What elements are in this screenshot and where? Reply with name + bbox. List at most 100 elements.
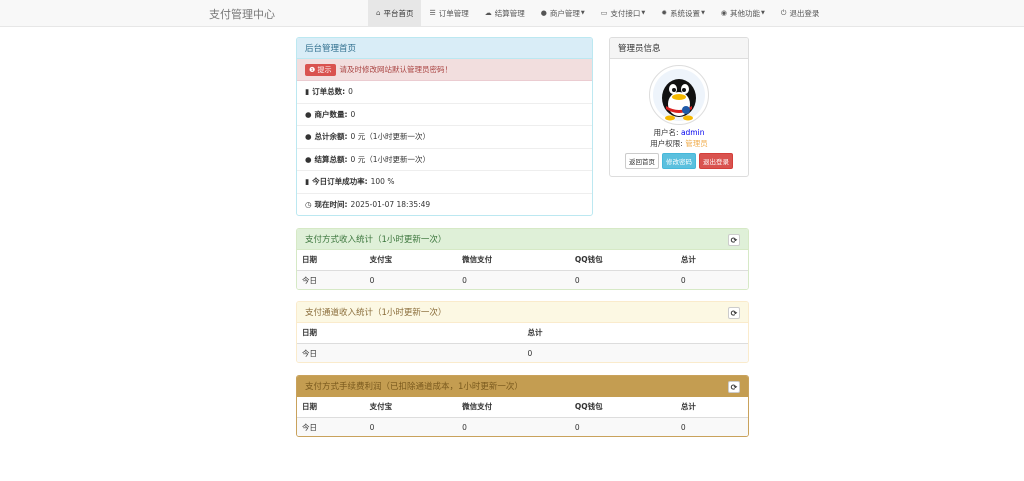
tint-icon: ●: [305, 109, 312, 119]
info-icon: ❶: [309, 65, 316, 74]
fee-stats-panel: 支付方式手续费利润（已扣除通道成本，1小时更新一次） ⟳ 日期 支付宝 微信支付…: [296, 375, 749, 437]
alert-text: 请及时修改网站默认管理员密码！: [339, 65, 453, 74]
list-item-order-count: ▮ 订单总数: 0: [297, 81, 592, 104]
tint-icon: ●: [305, 132, 312, 142]
column-header: 日期: [302, 402, 317, 412]
channel-stats-table: 日期 总计 今日 0: [297, 323, 748, 362]
table-cell: 0: [569, 269, 676, 289]
list-icon: ☰: [429, 9, 436, 17]
tint-icon: ●: [305, 154, 312, 164]
column-header: 总计: [527, 328, 543, 338]
nav-label: 支付接口: [610, 8, 641, 18]
nav-label: 结算管理: [494, 8, 525, 18]
nav-other[interactable]: ◉ 其他功能 ▼: [713, 0, 773, 26]
panel-title: 管理员信息: [610, 38, 748, 59]
table-cell: 0: [364, 269, 458, 289]
user-icon: ●: [540, 9, 547, 17]
nav-merchants[interactable]: ● 商户管理 ▼: [533, 0, 593, 26]
list-item-total-balance: ● 总计余额: 0 元（1小时更新一次）: [297, 126, 592, 149]
table-row: 今日 0 0 0 0: [297, 269, 748, 289]
alert-badge: ❶ 提示: [305, 63, 336, 76]
panel-heading: 支付通道收入统计（1小时更新一次） ⟳: [297, 302, 748, 323]
bar-chart-icon: ▮: [305, 177, 310, 187]
panel-title: 支付方式手续费利润（已扣除通道成本，1小时更新一次）: [305, 382, 523, 392]
column-header: 日期: [302, 328, 317, 338]
panel-title: 支付通道收入统计（1小时更新一次）: [305, 308, 447, 318]
clock-icon: ◷: [305, 200, 312, 210]
username-value: admin: [680, 128, 705, 137]
table-cell: 0: [457, 269, 570, 289]
nav-label: 平台首页: [383, 8, 414, 18]
credit-card-icon: ▭: [600, 9, 608, 17]
panel-title: 后台管理首页: [297, 38, 592, 59]
caret-down-icon: ▼: [701, 10, 705, 16]
avatar: [649, 65, 709, 125]
fee-stats-table: 日期 支付宝 微信支付 QQ钱包 总计 今日 0 0 0 0: [297, 397, 748, 436]
nav-label: 商户管理: [549, 8, 580, 18]
power-icon: ⏻: [780, 8, 787, 17]
column-header: 微信支付: [462, 255, 493, 265]
caret-down-icon: ▼: [580, 10, 585, 16]
list-item-success-rate: ▮ 今日订单成功率: 100 %: [297, 171, 592, 194]
pay-stats-table: 日期 支付宝 微信支付 QQ钱包 总计 今日 0 0 0 0: [297, 250, 748, 289]
admin-panel: 管理员信息 用户名: admin 用户权限: 管理员 返回首页 修改密码 退出登…: [609, 37, 749, 177]
cloud-icon: ☁: [484, 9, 492, 17]
column-header: QQ钱包: [574, 255, 603, 265]
change-password-button[interactable]: 修改密码: [662, 153, 696, 169]
refresh-icon[interactable]: ⟳: [728, 381, 740, 393]
password-alert: ❶ 提示 请及时修改网站默认管理员密码！: [297, 59, 592, 81]
bar-chart-icon: ▮: [305, 87, 310, 97]
main-nav: ⌂ 平台首页 ☰ 订单管理 ☁ 结算管理 ● 商户管理 ▼ ▭ 支付接口 ▼ ✹ 系统设置 ▼ ◉…: [368, 0, 827, 26]
home-icon: ⌂: [376, 9, 381, 17]
nav-label: 系统设置: [670, 8, 701, 18]
column-header: 支付宝: [369, 255, 393, 265]
table-cell: 今日: [297, 342, 523, 362]
back-home-button[interactable]: 返回首页: [625, 153, 659, 169]
column-header: 总计: [680, 402, 696, 412]
nav-system-settings[interactable]: ✹ 系统设置 ▼: [653, 0, 713, 26]
caret-down-icon: ▼: [761, 10, 765, 16]
table-cell: 0: [675, 269, 748, 289]
username-line: 用户名: admin: [653, 128, 705, 137]
table-cell: 0: [364, 416, 458, 436]
top-navbar: 支付管理中心 ⌂ 平台首页 ☰ 订单管理 ☁ 结算管理 ● 商户管理 ▼ ▭ 支付接口 ▼ ✹…: [0, 0, 1024, 27]
dashboard-panel: 后台管理首页 ❶ 提示 请及时修改网站默认管理员密码！ ▮ 订单总数: 0 ● 商户数…: [296, 37, 593, 216]
nav-settlement[interactable]: ☁ 结算管理: [477, 0, 533, 26]
refresh-icon[interactable]: ⟳: [728, 234, 740, 246]
nav-label: 退出登录: [789, 8, 820, 18]
refresh-icon[interactable]: ⟳: [728, 307, 740, 319]
table-cell: 0: [675, 416, 748, 436]
nav-label: 订单管理: [438, 8, 469, 18]
table-row: 今日 0 0 0 0: [297, 416, 748, 436]
nav-payment-api[interactable]: ▭ 支付接口 ▼: [593, 0, 653, 26]
nav-home[interactable]: ⌂ 平台首页: [368, 0, 422, 26]
table-cell: 今日: [297, 269, 365, 289]
table-cell: 0: [569, 416, 676, 436]
admin-actions: 返回首页 修改密码 退出登录: [610, 153, 748, 169]
channel-stats-panel: 支付通道收入统计（1小时更新一次） ⟳ 日期 总计 今日 0: [296, 301, 749, 363]
role-value: 管理员: [685, 139, 708, 148]
list-item-merchant-count: ● 商户数量: 0: [297, 104, 592, 126]
brand-title[interactable]: 支付管理中心: [209, 6, 275, 22]
column-header: 支付宝: [369, 402, 393, 412]
table-cell: 0: [457, 416, 570, 436]
caret-down-icon: ▼: [641, 10, 646, 16]
nav-logout[interactable]: ⏻ 退出登录: [773, 0, 828, 26]
table-cell: 今日: [297, 416, 365, 436]
globe-icon: ◉: [720, 9, 728, 17]
logout-button[interactable]: 退出登录: [699, 153, 733, 169]
panel-heading: 支付方式收入统计（1小时更新一次） ⟳: [297, 229, 748, 250]
column-header: QQ钱包: [574, 402, 603, 412]
column-header: 微信支付: [462, 402, 493, 412]
role-line: 用户权限: 管理员: [650, 139, 708, 148]
table-row: 今日 0: [297, 342, 748, 362]
cog-icon: ✹: [661, 9, 668, 17]
panel-title: 支付方式收入统计（1小时更新一次）: [305, 235, 447, 245]
list-item-settlement-total: ● 结算总额: 0 元（1小时更新一次）: [297, 149, 592, 171]
nav-label: 其他功能: [730, 8, 761, 18]
pay-stats-panel: 支付方式收入统计（1小时更新一次） ⟳ 日期 支付宝 微信支付 QQ钱包 总计 …: [296, 228, 749, 290]
table-cell: 0: [522, 342, 748, 362]
penguin-avatar-icon: [653, 69, 705, 121]
column-header: 总计: [680, 255, 696, 265]
nav-orders[interactable]: ☰ 订单管理: [421, 0, 476, 26]
